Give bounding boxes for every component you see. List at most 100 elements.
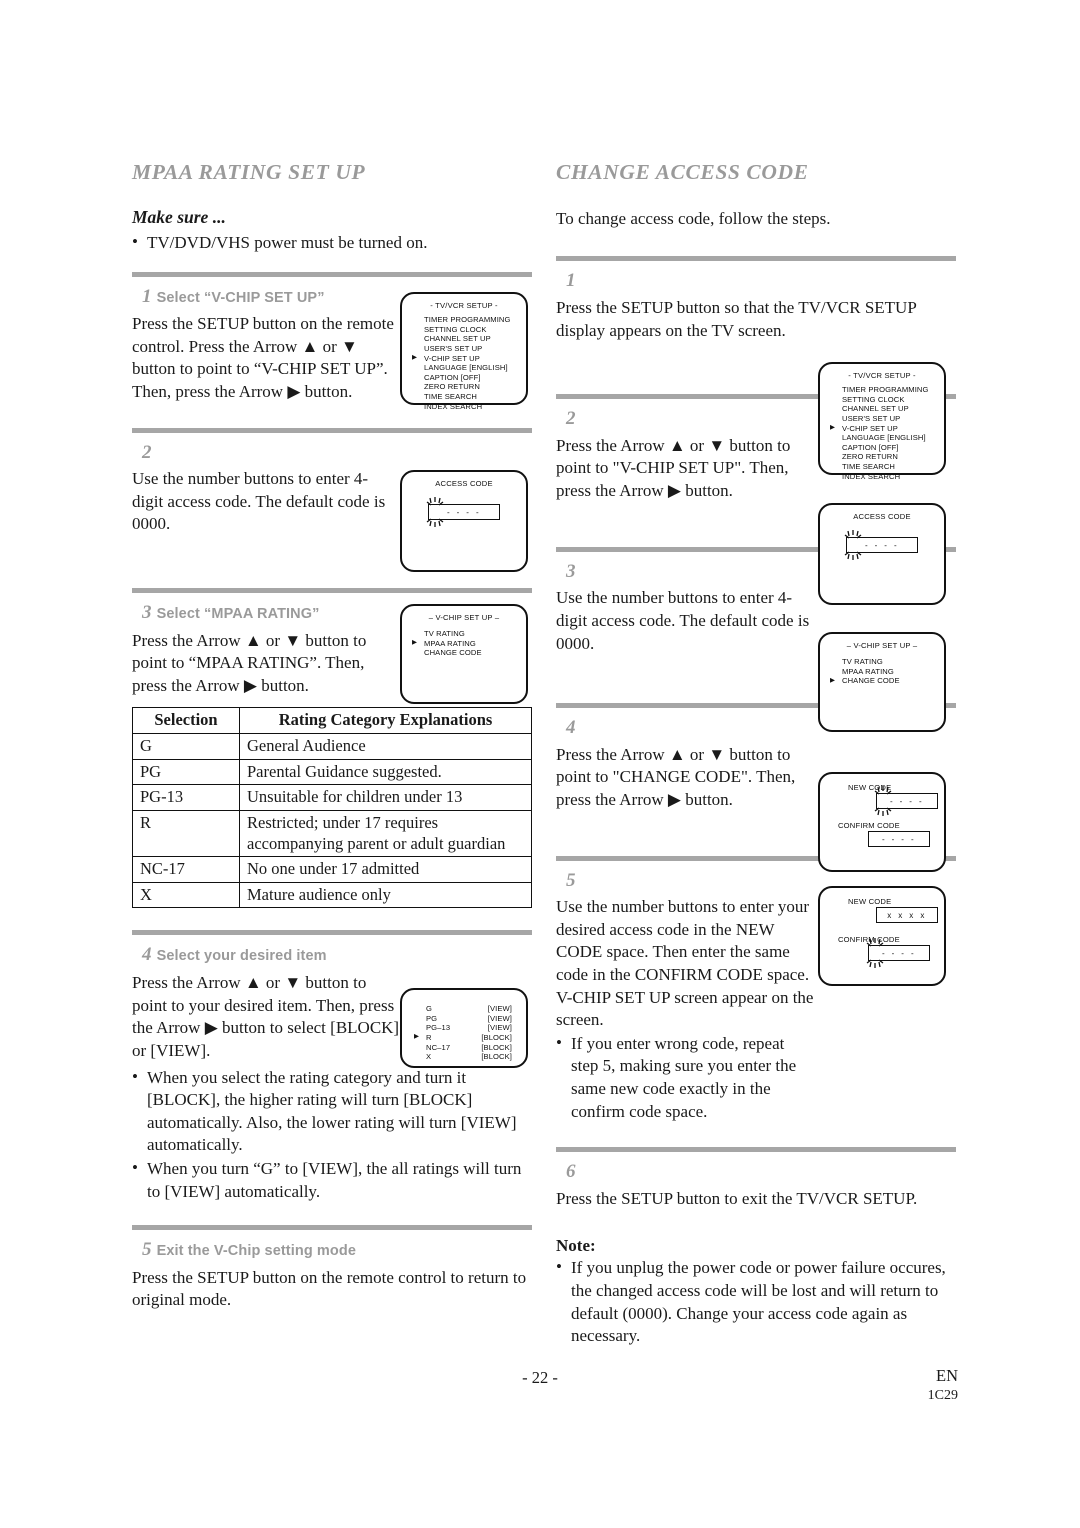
step-divider (556, 256, 956, 262)
cell-explanation: Unsuitable for children under 13 (239, 784, 532, 811)
rating-label: PG (426, 1013, 438, 1023)
screen-tvvcr-setup-left: - TV/VCR SETUP - TIMER PROGRAMMING SETTI… (400, 292, 528, 411)
text-line: press the Arrow ▶ button. (556, 789, 733, 809)
screen-vchip-setup-mpaa: – V-CHIP SET UP – TV RATING MPAA RATING … (400, 604, 528, 704)
menu-item: TV RATING (842, 657, 883, 666)
code-value: x x x x (876, 907, 938, 923)
new-code-field: - - - - (874, 786, 938, 816)
new-code-label: NEW CODE (848, 783, 892, 792)
step-number: 1 (142, 285, 152, 307)
menu-item: TIMER PROGRAMMING (842, 385, 929, 394)
step-2-body: Press the Arrow ▲ or ▼ button to point t… (556, 435, 814, 503)
code-value: - - - - (876, 793, 938, 809)
screen-title: – V-CHIP SET UP – (428, 613, 500, 622)
step-number: 2 (142, 441, 152, 463)
rating-table: Selection Rating Category Explanations G… (132, 707, 532, 909)
menu-item: TIME SEARCH (424, 392, 477, 402)
step-1-heading: 1 (566, 268, 956, 295)
cell-selection: PG (132, 758, 240, 786)
rating-value: [BLOCK] (481, 1052, 512, 1062)
step-5-notes: If you enter wrong code, repeat step 5, … (556, 1032, 814, 1123)
text-line: Use the number buttons to enter 4- (132, 469, 369, 489)
screen-confirm-code-entry: NEW CODE x x x x CONFIRM CODE - - - - (818, 886, 946, 986)
text-line: Press the SETUP button on the (132, 314, 343, 334)
menu-item: INDEX SEARCH (842, 471, 901, 481)
list-item: If you enter wrong code, repeat step 5, … (556, 1032, 814, 1123)
step-4-heading: 4 Select your desired item (142, 942, 532, 969)
cell-selection: X (132, 881, 240, 909)
step-number: 4 (142, 944, 152, 966)
intro-text: To change access code, follow the steps. (556, 209, 831, 228)
menu-item: G [VIEW] (426, 1004, 512, 1014)
screen-title: ACCESS CODE (435, 479, 493, 488)
rating-value: [VIEW] (487, 1023, 512, 1033)
rating-label: G (426, 1004, 433, 1013)
column-header-selection: Selection (132, 707, 240, 735)
step-number: 1 (566, 270, 576, 292)
step-3-body: Use the number buttons to enter 4- digit… (556, 587, 814, 655)
menu-item: CHANNEL SET UP (424, 334, 491, 344)
menu-item: INDEX SEARCH (424, 401, 483, 411)
text-line: point to "V-CHIP SET UP". Then, (556, 458, 789, 478)
step-number: 4 (566, 717, 576, 739)
rating-value: [VIEW] (487, 1013, 512, 1023)
screen-mpaa-rating-list: G [VIEW] PG [VIEW] PG–13 [VIEW] R [BLOCK… (400, 988, 528, 1068)
screen-menu-list: TV RATING MPAA RATING CHANGE CODE (402, 629, 526, 658)
page-title-mpaa: MPAA RATING SET UP (132, 160, 366, 184)
text-line: display appears on the TV screen. (556, 320, 786, 340)
step-1-body: Press the SETUP button so that the TV/VC… (556, 297, 956, 342)
cell-explanation: Mature audience only (239, 881, 532, 909)
column-header-explanations: Rating Category Explanations (239, 707, 532, 735)
step-number: 3 (566, 560, 576, 582)
screen-access-code-right: ACCESS CODE - - - - (818, 503, 946, 605)
cell-selection: R (132, 809, 240, 858)
text-line: point to “V-CHIP SET UP”. (197, 359, 388, 379)
access-code-field: - - - - (844, 530, 918, 560)
menu-item: PG [VIEW] (426, 1014, 512, 1024)
menu-item: CHANGE CODE (424, 648, 482, 658)
screen-menu-list: TIMER PROGRAMMING SETTING CLOCK CHANNEL … (820, 385, 944, 481)
table-row: NC-17 No one under 17 admitted (132, 856, 532, 883)
page-title-change-access-code: CHANGE ACCESS CODE (556, 160, 809, 184)
screen-menu-list: TIMER PROGRAMMING SETTING CLOCK CHANNEL … (402, 315, 526, 411)
menu-item: TV RATING (424, 629, 465, 638)
table-row: PG-13 Unsuitable for children under 13 (132, 784, 532, 811)
cell-selection: NC-17 (132, 856, 240, 883)
text-line: digit access code. The default code (556, 610, 794, 630)
menu-item: ZERO RETURN (424, 382, 480, 392)
text-line: Press the Arrow ▲ or ▼ button to (132, 630, 367, 650)
list-item: If you unplug the power code or power fa… (556, 1256, 956, 1347)
step-number: 5 (142, 1239, 152, 1261)
text-line: point to your desired item. (132, 995, 312, 1015)
document-code: 1C29 (927, 1388, 958, 1403)
rating-label: NC–17 (426, 1042, 451, 1052)
menu-item: NC–17 [BLOCK] (426, 1043, 512, 1053)
screen-access-code-left: ACCESS CODE - - - - (400, 470, 528, 572)
step-5-body: Press the SETUP button on the remote con… (132, 1267, 532, 1312)
step-title: Select “MPAA RATING” (156, 606, 320, 623)
text-line: digit access code. The default code (132, 491, 370, 511)
menu-item: X [BLOCK] (426, 1052, 512, 1062)
menu-item: CHANNEL SET UP (842, 404, 909, 414)
text-line: point to "CHANGE CODE". Then, (556, 767, 796, 787)
step-2-body: Use the number buttons to enter 4- digit… (132, 468, 400, 536)
step-number: 6 (566, 1161, 576, 1183)
code-value: - - - - (868, 831, 930, 847)
step-3-body: Press the Arrow ▲ or ▼ button to point t… (132, 630, 400, 698)
step-4-body: Press the Arrow ▲ or ▼ button to point t… (132, 972, 400, 1062)
text-line: Use the number buttons to enter (556, 897, 774, 917)
text-line: Press the SETUP button on the remote con… (132, 1267, 464, 1287)
step-4-body: Press the Arrow ▲ or ▼ button to point t… (556, 744, 814, 812)
step-number: 3 (142, 602, 152, 624)
screen-new-code-entry: NEW CODE - - - - CONFIRM CODE - - - - (818, 772, 946, 872)
rating-value: [VIEW] (487, 1004, 512, 1013)
access-code-field: - - - - (426, 497, 500, 527)
screen-title: – V-CHIP SET UP – (846, 641, 918, 650)
text-line: Press the Arrow ▲ or ▼ button to (132, 973, 367, 993)
confirm-code-field: - - - - (866, 938, 930, 968)
step-number: 5 (566, 869, 576, 891)
menu-item-selected: V-CHIP SET UP (412, 354, 526, 364)
menu-item: SETTING CLOCK (424, 324, 487, 334)
menu-item: LANGUAGE [ENGLISH] (424, 363, 508, 373)
note-list: If you unplug the power code or power fa… (556, 1256, 956, 1347)
